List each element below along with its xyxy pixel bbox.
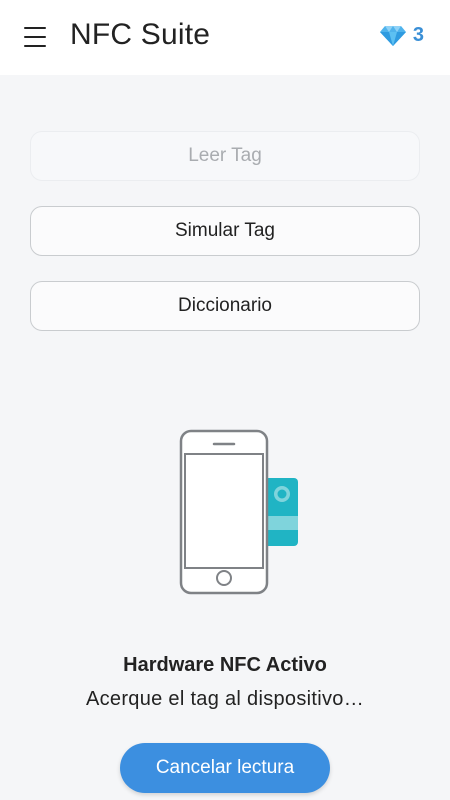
app-title: NFC Suite	[70, 18, 211, 51]
credits-badge[interactable]: 3	[379, 24, 424, 47]
status-message: Acerque el tag al dispositivo…	[85, 688, 365, 710]
cancel-reading-button[interactable]: Cancelar lectura	[120, 743, 330, 793]
simulate-tag-button[interactable]: Simular Tag	[30, 206, 420, 256]
app-bar: NFC Suite 3	[0, 0, 450, 75]
dictionary-button[interactable]: Diccionario	[30, 281, 420, 331]
read-tag-button[interactable]: Leer Tag	[30, 131, 420, 181]
phone-nfc-tag-icon	[179, 429, 298, 595]
credits-count: 3	[412, 24, 424, 46]
status-title: Hardware NFC Activo	[123, 654, 327, 676]
diamond-icon	[379, 25, 406, 46]
hamburger-menu-icon[interactable]	[24, 27, 46, 47]
